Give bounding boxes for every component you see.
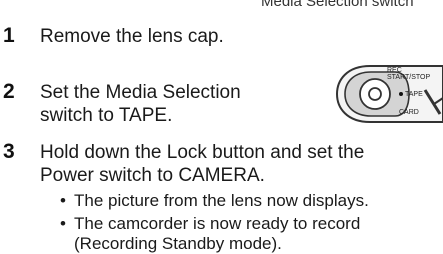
card-label: CARD xyxy=(399,109,419,116)
tape-indicator-dot xyxy=(399,92,403,96)
step-1-number: 1 xyxy=(3,24,15,47)
step-2-line-1: Set the Media Selection xyxy=(40,82,241,103)
rec-button-center xyxy=(368,87,382,101)
media-selection-switch-illustration: REC START/STOP TAPE CARD xyxy=(335,65,443,123)
step-2-number: 2 xyxy=(3,80,15,103)
step-3-number: 3 xyxy=(3,140,15,163)
rec-label: REC xyxy=(387,67,402,74)
bullet-dot-icon: • xyxy=(60,191,66,210)
tape-label: TAPE xyxy=(405,91,423,98)
section-header: Media Selection switch xyxy=(261,0,414,10)
bullet-item: • The camcorder is now ready to record xyxy=(60,214,360,234)
step-3-line-2: Power switch to CAMERA. xyxy=(40,165,265,186)
step-2-line-2: switch to TAPE. xyxy=(40,105,173,126)
bullet-2-line-2: (Recording Standby mode). xyxy=(74,234,282,253)
bullet-1-text: The picture from the lens now displays. xyxy=(74,191,369,210)
step-3-line-1: Hold down the Lock button and set the xyxy=(40,142,365,163)
bullet-item: • The picture from the lens now displays. xyxy=(60,191,369,211)
step-1-text: Remove the lens cap. xyxy=(40,26,224,47)
startstop-label: START/STOP xyxy=(387,74,431,81)
bullet-dot-icon: • xyxy=(60,214,66,233)
bullet-2-line-1: The camcorder is now ready to record xyxy=(74,214,361,233)
